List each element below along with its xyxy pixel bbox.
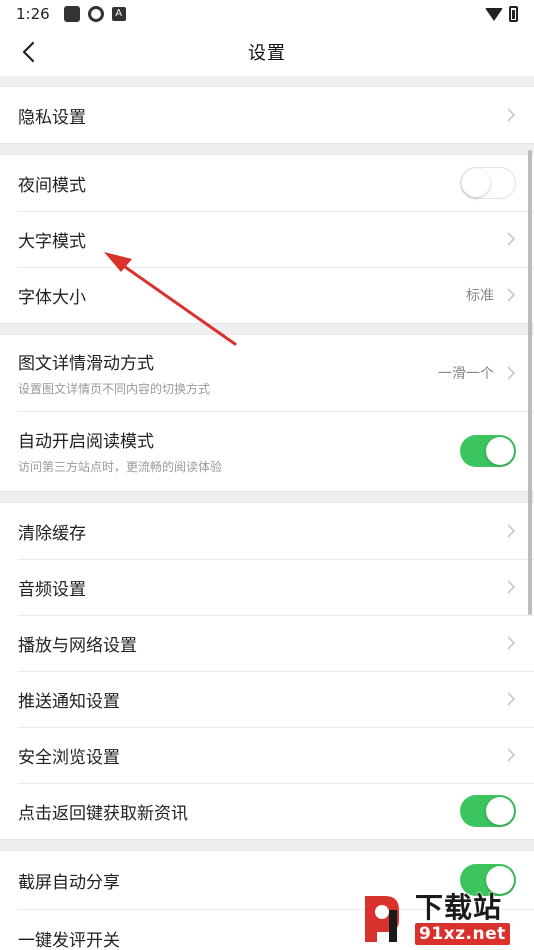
night-mode-toggle[interactable] [460,167,516,199]
chevron-right-icon [507,288,516,302]
page-title: 设置 [248,43,286,64]
setting-row-audio[interactable]: 音频设置 [0,559,534,615]
chevron-right-icon [507,692,516,706]
setting-row-large-text[interactable]: 大字模式 [0,211,534,267]
wifi-icon [485,7,503,21]
setting-label: 夜间模式 [18,175,86,196]
setting-label: 字体大小 [18,287,86,308]
watermark-url: 91xz.net [415,923,510,945]
setting-subtitle: 访问第三方站点时，更流畅的阅读体验 [18,460,223,474]
chevron-right-icon [507,636,516,650]
setting-subtitle: 设置图文详情页不同内容的切换方式 [18,382,211,396]
chevron-right-icon [507,580,516,594]
setting-row-safe-browsing[interactable]: 安全浏览设置 [0,727,534,783]
settings-group-privacy: 隐私设置 [0,86,534,144]
setting-label: 安全浏览设置 [18,747,120,768]
setting-row-privacy[interactable]: 隐私设置 [0,87,534,143]
back-arrow-icon[interactable] [18,40,42,64]
chevron-right-icon [507,108,516,122]
font-notification-icon: A [111,7,126,21]
chevron-right-icon [507,748,516,762]
setting-label: 点击返回键获取新资讯 [18,803,188,824]
status-notification-icons: A [63,6,126,22]
status-system-icons [485,6,518,22]
site-watermark: 下载站 91xz.net [355,890,530,948]
setting-label: 自动开启阅读模式 [18,432,154,452]
toggle-knob [462,169,490,197]
setting-label: 播放与网络设置 [18,635,137,656]
setting-label: 截屏自动分享 [18,872,120,893]
chevron-right-icon [507,232,516,246]
status-bar: 1:26 A [0,0,534,28]
setting-row-push-notifications[interactable]: 推送通知设置 [0,671,534,727]
status-time: 1:26 [16,5,50,23]
back-refresh-toggle[interactable] [460,795,516,827]
watermark-title: 下载站 [415,891,503,924]
title-bar: 设置 [0,28,534,76]
setting-row-night-mode[interactable]: 夜间模式 [0,155,534,211]
settings-group-general: 清除缓存 音频设置 播放与网络设置 推送通知设置 安全浏览设置 点击返回键获取新… [0,502,534,840]
setting-label: 图文详情滑动方式 [18,354,154,374]
setting-row-font-size[interactable]: 字体大小 标准 [0,267,534,323]
swipe-style-value: 一滑一个 [438,366,494,382]
settings-group-reading: 图文详情滑动方式 设置图文详情页不同内容的切换方式 一滑一个 自动开启阅读模式 … [0,334,534,492]
reading-mode-toggle[interactable] [460,435,516,467]
setting-label: 推送通知设置 [18,691,120,712]
setting-label: 音频设置 [18,579,86,600]
setting-label: 隐私设置 [18,107,86,128]
setting-label: 清除缓存 [18,523,86,544]
setting-row-playback-network[interactable]: 播放与网络设置 [0,615,534,671]
battery-icon [509,6,518,22]
setting-row-back-refresh[interactable]: 点击返回键获取新资讯 [0,783,534,839]
setting-row-clear-cache[interactable]: 清除缓存 [0,503,534,559]
setting-label: 大字模式 [18,231,86,252]
setting-row-swipe-style[interactable]: 图文详情滑动方式 设置图文详情页不同内容的切换方式 一滑一个 [0,335,534,411]
toggle-knob [486,797,514,825]
sync-notification-icon [87,6,104,22]
settings-group-display: 夜间模式 大字模式 字体大小 标准 [0,154,534,324]
setting-row-reading-mode[interactable]: 自动开启阅读模式 访问第三方站点时，更流畅的阅读体验 [0,411,534,491]
app-notification-icon [63,6,80,22]
toggle-knob [486,437,514,465]
font-size-value: 标准 [466,288,494,304]
chevron-right-icon [507,524,516,538]
chevron-right-icon [507,366,516,380]
scrollbar[interactable] [528,150,532,615]
watermark-logo-icon [365,896,399,942]
